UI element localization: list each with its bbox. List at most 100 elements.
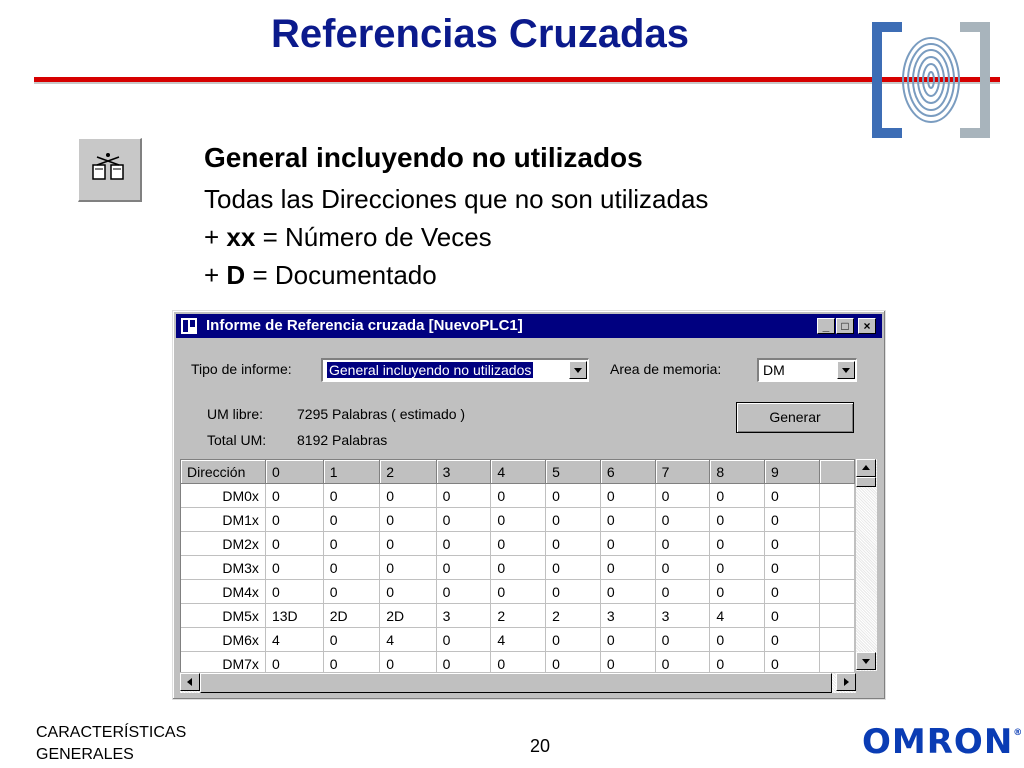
reference-count-cell[interactable]: 0 [709,531,766,556]
reference-count-cell[interactable]: 0 [545,507,601,532]
horizontal-scroll-thumb[interactable] [200,673,832,693]
reference-count-cell[interactable]: 0 [655,627,711,652]
reference-count-cell[interactable]: 0 [436,483,492,508]
reference-count-cell[interactable]: 0 [709,555,766,580]
reference-count-cell[interactable]: 2 [545,603,601,628]
scroll-up-icon[interactable] [856,459,876,477]
reference-count-cell[interactable]: 0 [265,579,324,604]
reference-count-cell[interactable]: 0 [436,627,492,652]
minimize-icon[interactable]: _ [817,318,835,334]
column-header-6[interactable]: 6 [600,460,656,484]
reference-count-cell[interactable]: 0 [265,507,324,532]
dropdown-arrow-icon[interactable] [569,361,587,379]
reference-count-cell[interactable]: 0 [600,627,656,652]
reference-count-cell[interactable]: 4 [379,627,437,652]
reference-count-cell[interactable]: 0 [709,627,766,652]
scroll-down-icon[interactable] [856,652,876,670]
report-type-select[interactable]: General incluyendo no utilizados [321,358,589,382]
reference-count-cell[interactable]: 0 [764,507,820,532]
reference-count-cell[interactable]: 0 [490,651,547,672]
column-header-8[interactable]: 8 [709,460,766,484]
row-address-cell[interactable]: DM3x [181,555,266,580]
reference-count-cell[interactable]: 0 [323,555,381,580]
cross-reference-tool-icon[interactable] [78,138,142,202]
reference-count-cell[interactable]: 0 [379,507,437,532]
dropdown-arrow-icon[interactable] [837,361,855,379]
reference-count-cell[interactable]: 0 [265,483,324,508]
column-header-2[interactable]: 2 [379,460,437,484]
table-row[interactable]: DM1x 0 0 0 0 0 0 0 0 0 0 [181,507,855,532]
reference-count-cell[interactable]: 3 [436,603,492,628]
vertical-scroll-thumb[interactable] [856,477,876,487]
reference-count-cell[interactable]: 2D [379,603,437,628]
reference-count-cell[interactable]: 0 [436,531,492,556]
scroll-right-icon[interactable] [836,673,856,691]
table-row[interactable]: DM3x 0 0 0 0 0 0 0 0 0 0 [181,555,855,580]
reference-count-cell[interactable]: 0 [379,579,437,604]
column-header-1[interactable]: 1 [323,460,381,484]
reference-count-cell[interactable]: 0 [490,579,547,604]
reference-count-cell[interactable]: 0 [655,555,711,580]
reference-count-cell[interactable]: 4 [709,603,766,628]
reference-count-cell[interactable]: 0 [265,555,324,580]
reference-count-cell[interactable]: 4 [490,627,547,652]
reference-count-cell[interactable]: 0 [655,579,711,604]
column-header-0[interactable]: 0 [265,460,324,484]
reference-count-cell[interactable]: 4 [265,627,324,652]
reference-count-cell[interactable]: 13D [265,603,324,628]
scroll-left-icon[interactable] [180,673,200,691]
reference-count-cell[interactable]: 0 [655,483,711,508]
reference-count-cell[interactable]: 0 [600,555,656,580]
reference-count-cell[interactable]: 0 [323,627,381,652]
row-address-cell[interactable]: DM4x [181,579,266,604]
reference-count-cell[interactable]: 0 [709,507,766,532]
reference-count-cell[interactable]: 0 [764,579,820,604]
reference-count-cell[interactable]: 0 [379,651,437,672]
reference-count-cell[interactable]: 0 [545,483,601,508]
reference-count-cell[interactable]: 0 [600,651,656,672]
table-row[interactable]: DM7x 0 0 0 0 0 0 0 0 0 0 [181,651,855,672]
reference-count-cell[interactable]: 0 [764,627,820,652]
reference-count-cell[interactable]: 3 [655,603,711,628]
window-titlebar[interactable]: Informe de Referencia cruzada [NuevoPLC1… [176,314,882,338]
reference-count-cell[interactable]: 0 [490,483,547,508]
reference-count-cell[interactable]: 0 [545,651,601,672]
reference-count-cell[interactable]: 0 [265,531,324,556]
column-header-address[interactable]: Dirección [181,460,266,484]
generate-button[interactable]: Generar [736,402,854,433]
reference-count-cell[interactable]: 0 [764,531,820,556]
reference-count-cell[interactable]: 2 [490,603,547,628]
row-address-cell[interactable]: DM5x [181,603,266,628]
reference-count-cell[interactable]: 0 [323,531,381,556]
reference-count-cell[interactable]: 0 [436,651,492,672]
reference-count-cell[interactable]: 0 [323,507,381,532]
table-row[interactable]: DM5x 13D 2D 2D 3 2 2 3 3 4 0 [181,603,855,628]
reference-count-cell[interactable]: 0 [323,579,381,604]
memory-area-select[interactable]: DM [757,358,857,382]
reference-count-cell[interactable]: 0 [764,651,820,672]
column-header-3[interactable]: 3 [436,460,492,484]
row-address-cell[interactable]: DM2x [181,531,266,556]
reference-count-cell[interactable]: 0 [545,555,601,580]
column-header-7[interactable]: 7 [655,460,711,484]
reference-count-cell[interactable]: 0 [655,651,711,672]
table-row[interactable]: DM4x 0 0 0 0 0 0 0 0 0 0 [181,579,855,604]
reference-count-cell[interactable]: 0 [764,555,820,580]
reference-count-cell[interactable]: 0 [600,483,656,508]
vertical-scrollbar[interactable] [856,459,877,671]
reference-count-cell[interactable]: 0 [436,555,492,580]
reference-count-cell[interactable]: 0 [764,603,820,628]
reference-count-cell[interactable]: 0 [709,579,766,604]
close-icon[interactable]: × [858,318,876,334]
table-row[interactable]: DM0x 0 0 0 0 0 0 0 0 0 0 [181,483,855,508]
row-address-cell[interactable]: DM6x [181,627,266,652]
reference-count-cell[interactable]: 0 [545,579,601,604]
row-address-cell[interactable]: DM0x [181,483,266,508]
reference-count-cell[interactable]: 0 [545,627,601,652]
reference-count-cell[interactable]: 0 [379,483,437,508]
reference-count-cell[interactable]: 0 [265,651,324,672]
horizontal-scrollbar[interactable] [180,673,856,693]
reference-count-cell[interactable]: 0 [436,579,492,604]
reference-count-cell[interactable]: 0 [600,579,656,604]
reference-count-cell[interactable]: 0 [379,531,437,556]
